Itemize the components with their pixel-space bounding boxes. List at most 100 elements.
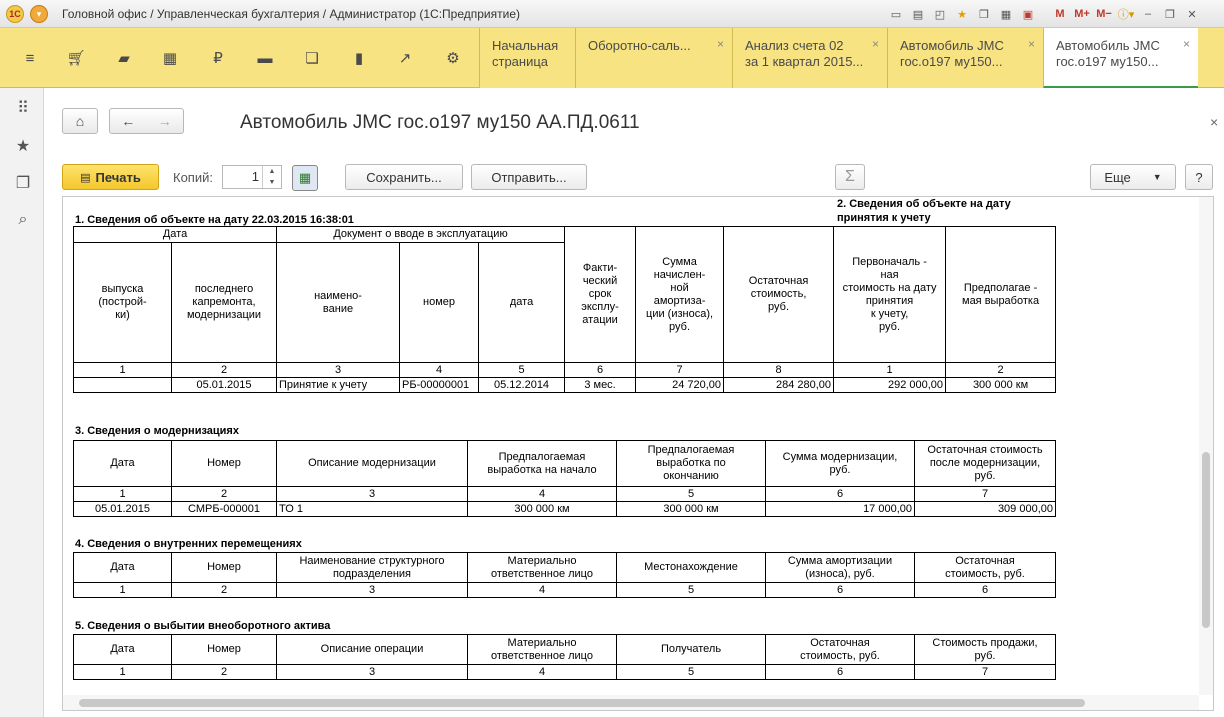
truck-icon[interactable]: ▬ <box>253 48 277 68</box>
bag-icon[interactable]: ▰ <box>112 48 136 68</box>
col-number: 1 <box>73 664 172 680</box>
window-icon[interactable]: ❐ <box>974 4 994 24</box>
close-tab-icon[interactable]: × <box>1183 36 1190 52</box>
grid-icon[interactable]: ▦ <box>158 48 182 68</box>
restore-icon[interactable]: ❐ <box>1160 4 1180 24</box>
cart-icon[interactable]: 🛒︎ <box>64 48 88 68</box>
app-logo-icon[interactable]: 1С <box>6 5 24 23</box>
sum-button[interactable]: Σ <box>835 164 865 190</box>
close-tab-icon[interactable]: × <box>1028 36 1035 52</box>
column-header: Предпалогаемая выработка на начало <box>467 440 617 487</box>
trend-icon[interactable]: ↗ <box>393 48 417 68</box>
col-number: 4 <box>467 582 617 598</box>
gear-icon[interactable]: ⚙ <box>441 48 465 68</box>
column-header: Дата <box>73 552 172 583</box>
col-number: 6 <box>765 582 915 598</box>
close-tab-icon[interactable]: × <box>717 36 724 52</box>
close-icon[interactable]: ✕ <box>1182 4 1202 24</box>
hamburger-menu-icon[interactable]: ≡ <box>18 48 42 68</box>
amortization-header: Сумма начислен- ной амортиза- ции (износ… <box>635 226 725 363</box>
help-button[interactable]: ? <box>1185 164 1213 190</box>
ruble-icon[interactable]: ₽ <box>206 48 230 68</box>
copies-stepper[interactable]: ▲ ▼ <box>262 166 281 188</box>
column-header: Номер <box>171 440 277 487</box>
monitor-icon[interactable]: ▭ <box>886 4 906 24</box>
column-header: Дата <box>73 634 172 665</box>
col-number: 4 <box>399 362 480 378</box>
minimize-icon[interactable]: – <box>1138 4 1158 24</box>
back-arrow-icon[interactable]: ← <box>121 113 135 129</box>
scroll-thumb[interactable] <box>79 699 1085 707</box>
horizontal-scrollbar[interactable] <box>63 695 1199 710</box>
amortization-cell[interactable]: 24 720,00 <box>635 377 725 393</box>
col-number: 6 <box>765 486 915 502</box>
print-icon[interactable]: ▤ <box>908 4 928 24</box>
spreadsheet-document[interactable]: 1. Сведения об объекте на дату 22.03.201… <box>62 196 1214 711</box>
close-tab-icon[interactable]: × <box>872 36 879 52</box>
table-cell[interactable]: 300 000 км <box>616 501 766 517</box>
col-number: 1 <box>73 362 172 378</box>
memory-icon[interactable]: M <box>1050 4 1070 24</box>
star-icon[interactable]: ★ <box>952 4 972 24</box>
tab-home[interactable]: Начальная страница <box>479 28 575 88</box>
column-header: Предпалогаемая выработка по окончанию <box>616 440 766 487</box>
favorites-star-icon[interactable]: ★ <box>11 134 35 158</box>
tab-vehicle-2[interactable]: Автомобиль JMC гос.о197 му150... × <box>1043 28 1198 89</box>
table-cell[interactable]: СМРБ-000001 <box>171 501 277 517</box>
table-cell[interactable]: 17 000,00 <box>765 501 915 517</box>
printer-icon: ▤ <box>80 171 91 184</box>
send-button[interactable]: Отправить... <box>471 164 587 190</box>
initial-cost-cell[interactable]: 292 000,00 <box>833 377 947 393</box>
doc-date-header: дата <box>478 242 566 363</box>
expected-output-cell[interactable]: 300 000 км <box>945 377 1057 393</box>
edit-mode-toggle[interactable]: ▦ <box>292 165 318 191</box>
doc-number-cell[interactable]: РБ-00000001 <box>399 377 480 393</box>
home-button[interactable]: ⌂ <box>62 108 98 134</box>
vertical-scrollbar[interactable] <box>1199 197 1213 695</box>
doc-group-header: Документ о вводе в эксплуатацию <box>276 226 566 243</box>
column-header: Местонахождение <box>616 552 766 583</box>
tab-label: Автомобиль JMC гос.о197 му150... <box>900 38 1004 69</box>
section-3-title: 3. Сведения о модернизациях <box>75 425 239 437</box>
print-button[interactable]: ▤ Печать <box>62 164 159 190</box>
close-form-icon[interactable]: × <box>1210 114 1218 130</box>
section-2-title: 2. Сведения об объекте на дату принятия … <box>837 198 1011 224</box>
col-number: 8 <box>723 362 835 378</box>
calendar-icon[interactable]: ▣ <box>1018 4 1038 24</box>
doc-name-header: наимено- вание <box>276 242 401 363</box>
search-icon[interactable]: ⌕ <box>11 208 35 232</box>
calculator-icon[interactable]: ▦ <box>996 4 1016 24</box>
save-button[interactable]: Сохранить... <box>345 164 463 190</box>
table-cell[interactable]: 05.01.2015 <box>73 501 172 517</box>
forward-arrow-icon[interactable]: → <box>158 113 172 129</box>
term-header: Факти- ческий срок эксплу- атации <box>564 226 637 363</box>
term-cell[interactable]: 3 мес. <box>564 377 637 393</box>
bar-chart-icon[interactable]: ▮ <box>347 48 371 68</box>
memory-minus-icon[interactable]: M− <box>1094 4 1114 24</box>
issue-date-cell[interactable] <box>73 377 172 393</box>
scroll-thumb[interactable] <box>1202 452 1210 628</box>
more-button[interactable]: Еще ▼ <box>1090 164 1176 190</box>
main-menu-icon[interactable]: ▾ <box>30 5 48 23</box>
tab-vehicle-1[interactable]: Автомобиль JMC гос.о197 му150... × <box>887 28 1043 88</box>
section-bar: ≡ 🛒︎ ▰ ▦ ₽ ▬ ❏ ▮ ↗ ⚙ Начальная страница … <box>0 28 1224 89</box>
documents-icon[interactable]: ❏ <box>300 48 324 68</box>
table-cell[interactable]: ТО 1 <box>276 501 468 517</box>
col-number: 7 <box>914 664 1056 680</box>
history-icon[interactable]: ❐ <box>11 171 35 195</box>
issue-date-header: выпуска (построй- ки) <box>73 242 172 363</box>
doc-date-cell[interactable]: 05.12.2014 <box>478 377 566 393</box>
tab-turnover-balance[interactable]: Оборотно-саль... × <box>575 28 732 88</box>
col-number: 1 <box>73 582 172 598</box>
home-icon: ⌂ <box>75 113 85 129</box>
table-cell[interactable]: 309 000,00 <box>914 501 1056 517</box>
doc-name-cell[interactable]: Принятие к учету <box>276 377 401 393</box>
repair-date-cell[interactable]: 05.01.2015 <box>170 377 278 393</box>
preview-icon[interactable]: ◰ <box>930 4 950 24</box>
memory-plus-icon[interactable]: M+ <box>1072 4 1092 24</box>
residual-cell[interactable]: 284 280,00 <box>723 377 835 393</box>
info-icon[interactable]: ⓘ▾ <box>1116 4 1136 24</box>
tab-account-analysis[interactable]: Анализ счета 02 за 1 квартал 2015... × <box>732 28 887 88</box>
apps-grid-icon[interactable]: ⠿ <box>11 96 35 120</box>
table-cell[interactable]: 300 000 км <box>467 501 617 517</box>
